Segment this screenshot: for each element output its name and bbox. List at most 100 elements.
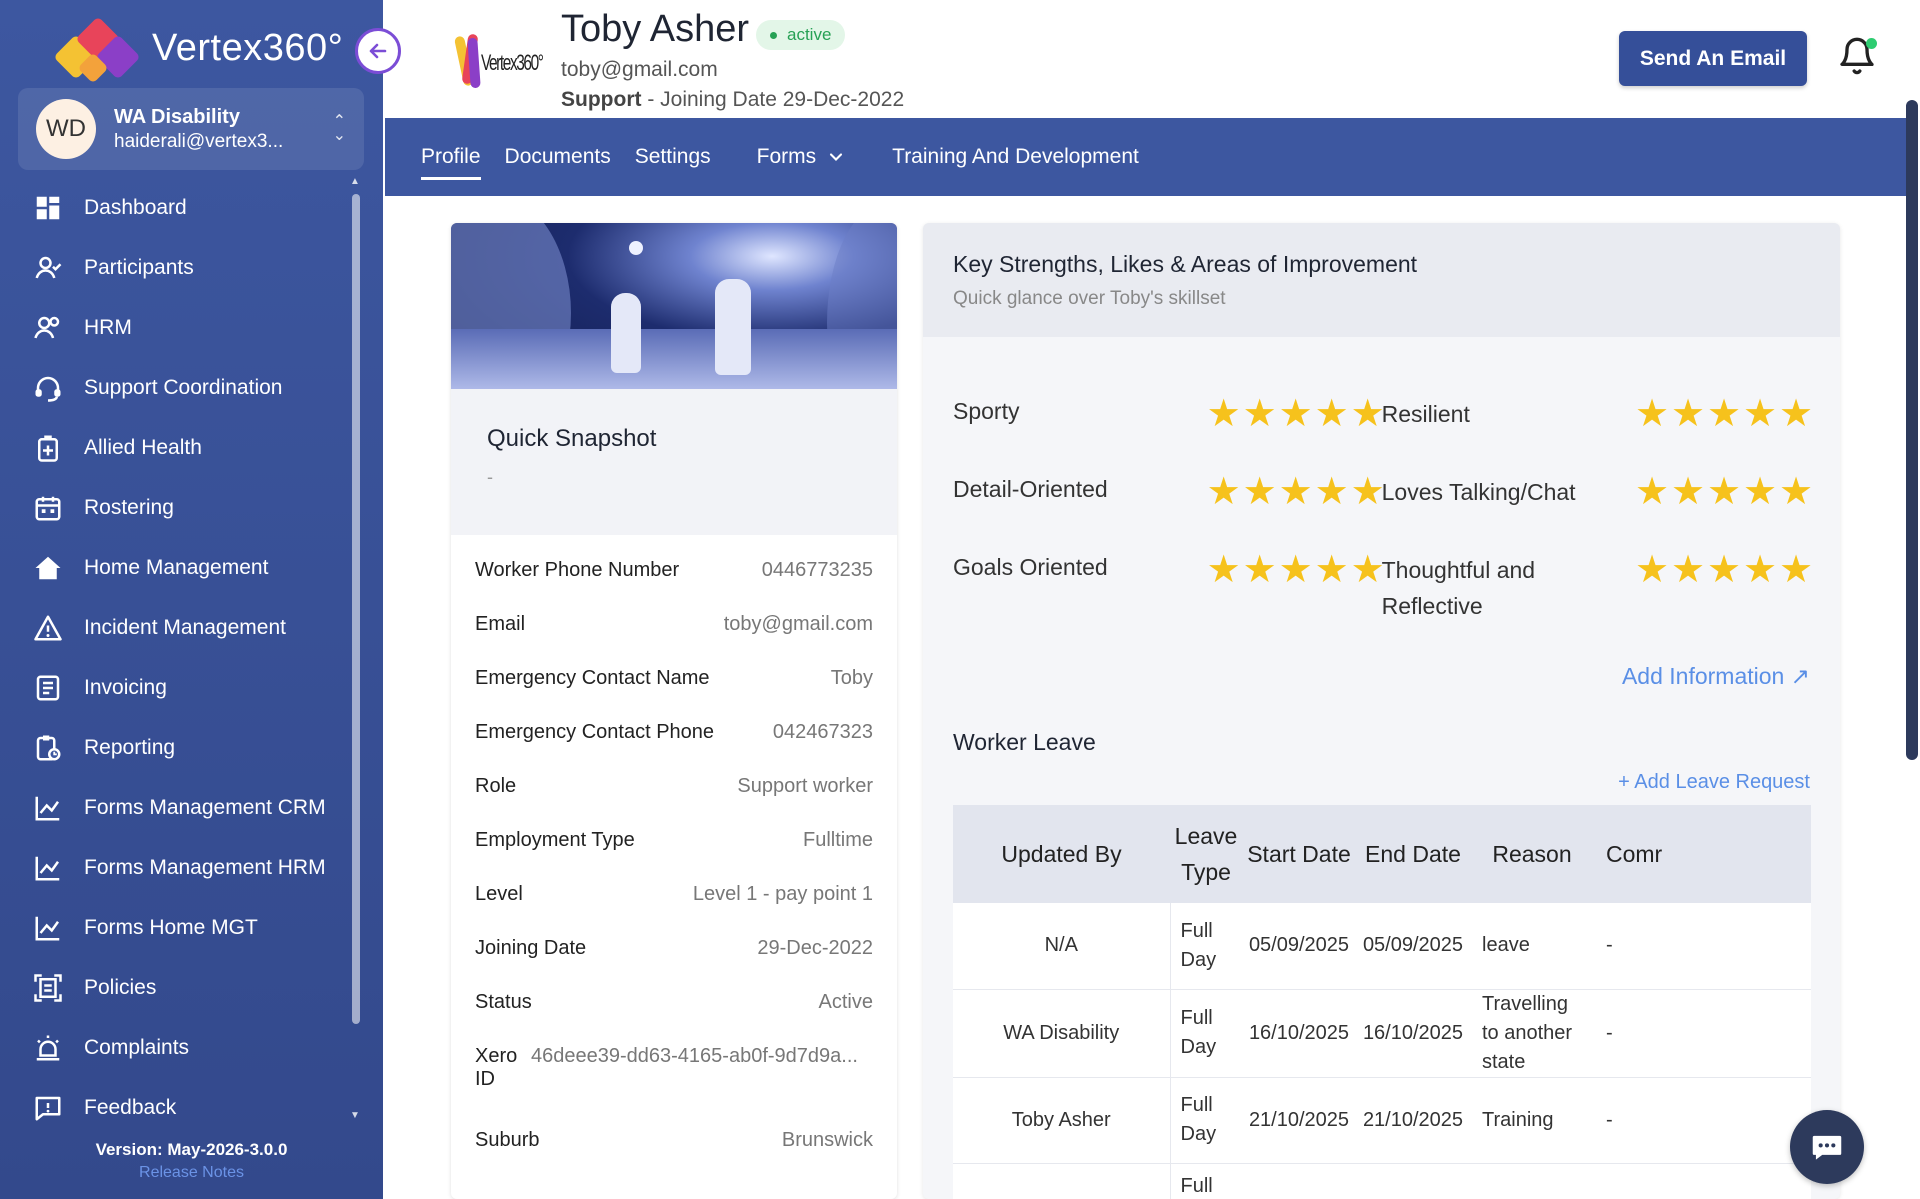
detail-value: Active — [818, 991, 873, 1013]
star-icon: ★ — [1742, 393, 1778, 435]
sidebar-item-rostering[interactable]: Rostering — [0, 478, 360, 538]
column-header[interactable]: Updated By — [953, 805, 1170, 903]
version-label: Version: May-2026-3.0.0 — [95, 1140, 288, 1159]
calendar-icon — [32, 492, 64, 524]
org-switcher[interactable]: WD WA Disability haiderali@vertex3... ⌃ ⌄ — [18, 88, 364, 170]
detail-label: Role — [475, 775, 517, 797]
star-icon: ★ — [1314, 471, 1349, 513]
column-header[interactable]: Start Date — [1242, 805, 1356, 903]
trait-label: Goals Oriented — [953, 554, 1108, 580]
sidebar-item-policies[interactable]: Policies — [0, 958, 360, 1018]
hrm-icon — [32, 312, 64, 344]
table-row[interactable]: Full — [953, 1163, 1811, 1199]
sidebar-nav: Dashboard Participants HRM Support Coordina… — [0, 178, 360, 1138]
table-row[interactable]: WA Disability Full Day 16/10/2025 16/10/202… — [953, 989, 1811, 1078]
dashboard-icon — [32, 192, 64, 224]
sidebar-item-forms-management-crm[interactable]: Forms Management CRM — [0, 778, 360, 838]
star-icon: ★ — [1706, 549, 1742, 591]
alarm-icon — [32, 1032, 64, 1064]
sidebar-item-support-coordination[interactable]: Support Coordination — [0, 358, 360, 418]
tab-documents[interactable]: Documents — [505, 118, 611, 196]
detail-row-xero: Xero ID 46deee39-dd63-4165-ab0f-9d7d9a... — [475, 1045, 873, 1129]
scroll-down-icon[interactable]: ▼ — [350, 1110, 360, 1121]
vertex-header-logo-icon: Vertex360° — [453, 28, 544, 94]
sidebar-scrollbar[interactable] — [352, 180, 360, 1030]
sidebar-item-label: HRM — [84, 316, 132, 339]
star-icon: ★ — [1206, 471, 1241, 513]
sidebar-item-feedback[interactable]: Feedback — [0, 1078, 360, 1138]
collapse-sidebar-button[interactable] — [355, 28, 401, 74]
star-icon: ★ — [1206, 549, 1241, 591]
trait-rating: ★ ★ ★ ★ ★ — [1206, 471, 1385, 554]
sidebar-item-participants[interactable]: Participants — [0, 238, 360, 298]
table-cell: 16/10/2025 — [1242, 989, 1356, 1078]
table-cell: - — [1594, 903, 1811, 990]
sidebar: Vertex360° WD WA Disability haiderali@ve… — [0, 0, 383, 1199]
sidebar-item-dashboard[interactable]: Dashboard — [0, 178, 360, 238]
column-header[interactable]: Comr — [1594, 805, 1811, 903]
org-name: WA Disability — [114, 105, 240, 128]
trait-rating: ★ ★ ★ ★ ★ — [1207, 393, 1385, 476]
tab-training[interactable]: Training And Development — [892, 118, 1139, 196]
table-row[interactable]: N/A Full Day 05/09/2025 05/09/2025 leave - — [953, 903, 1811, 990]
column-header[interactable]: End Date — [1356, 805, 1470, 903]
page-scrollbar[interactable] — [1906, 100, 1918, 760]
trait-row: Sporty ★ ★ ★ ★ ★ Resilient ★ ★ ★ ★ ★ — [953, 393, 1813, 476]
sidebar-item-home-management[interactable]: Home Management — [0, 538, 360, 598]
star-icon: ★ — [1742, 549, 1778, 591]
notifications-button[interactable] — [1837, 36, 1881, 80]
star-icon: ★ — [1278, 393, 1313, 435]
table-cell: Full Day — [1169, 989, 1242, 1078]
star-icon: ★ — [1670, 393, 1706, 435]
feedback-icon — [32, 1092, 64, 1124]
brand-name: Vertex360° — [152, 26, 344, 69]
detail-value: 29-Dec-2022 — [757, 937, 873, 959]
report-icon — [32, 732, 64, 764]
arrow-left-icon — [369, 43, 387, 59]
add-information-link[interactable]: Add Information ↗ — [1622, 663, 1810, 690]
sidebar-item-complaints[interactable]: Complaints — [0, 1018, 360, 1078]
star-icon: ★ — [1314, 393, 1349, 435]
brand-logo[interactable]: Vertex360° — [52, 8, 343, 88]
sidebar-item-forms-management-hrm[interactable]: Forms Management HRM — [0, 838, 360, 898]
worker-leave-title: Worker Leave — [953, 729, 1096, 755]
release-notes-link[interactable]: Release Notes — [0, 1164, 383, 1182]
profile-tabs: Profile Documents Settings Forms Trainin… — [385, 118, 1907, 196]
column-header[interactable]: Leave Type — [1170, 805, 1242, 903]
detail-value: 46deee39-dd63-4165-ab0f-9d7d9a... — [531, 1045, 858, 1067]
star-icon: ★ — [1242, 393, 1277, 435]
participants-icon — [32, 252, 64, 284]
detail-label: Emergency Contact Phone — [475, 721, 715, 743]
tab-settings[interactable]: Settings — [635, 118, 711, 196]
detail-row: Joining Date 29-Dec-2022 — [475, 937, 873, 991]
sidebar-item-invoicing[interactable]: Invoicing — [0, 658, 360, 718]
invoice-icon — [32, 672, 64, 704]
trait-label: Resilient — [1381, 401, 1470, 427]
detail-label: Xero ID — [475, 1045, 518, 1090]
table-cell: Full Day — [1169, 903, 1242, 990]
detail-row: Emergency Contact Name Toby — [475, 667, 873, 721]
worker-name: Toby Asher — [561, 8, 749, 50]
detail-label: Status — [475, 991, 532, 1013]
detail-row: Email toby@gmail.com — [475, 613, 873, 667]
column-header[interactable]: Reason — [1470, 805, 1594, 903]
sidebar-item-allied-health[interactable]: Allied Health — [0, 418, 360, 478]
tab-profile[interactable]: Profile — [421, 118, 481, 196]
tab-forms[interactable]: Forms — [757, 118, 847, 196]
table-row[interactable]: Toby Asher Full Day 21/10/2025 21/10/2025 Tr… — [953, 1077, 1811, 1164]
add-leave-request-link[interactable]: + Add Leave Request — [1618, 771, 1810, 794]
table-cell — [1470, 1163, 1594, 1199]
notification-dot — [1866, 38, 1877, 49]
sidebar-item-forms-home-mgt[interactable]: Forms Home MGT — [0, 898, 360, 958]
traits-list: Sporty ★ ★ ★ ★ ★ Resilient ★ ★ ★ ★ ★ Detail-Oriented… — [953, 393, 1813, 632]
chat-button[interactable] — [1790, 1110, 1864, 1184]
send-email-button[interactable]: Send An Email — [1619, 31, 1807, 86]
detail-row-suburb: Suburb Brunswick — [475, 1129, 873, 1183]
trait-rating: ★ ★ ★ ★ ★ — [1633, 393, 1813, 476]
sidebar-item-reporting[interactable]: Reporting — [0, 718, 360, 778]
sidebar-item-hrm[interactable]: HRM — [0, 298, 360, 358]
chevron-updown-icon[interactable]: ⌃ ⌄ — [333, 114, 346, 144]
star-icon: ★ — [1634, 471, 1670, 513]
strengths-title: Key Strengths, Likes & Areas of Improvem… — [953, 251, 1418, 277]
sidebar-item-incident-management[interactable]: Incident Management — [0, 598, 360, 658]
